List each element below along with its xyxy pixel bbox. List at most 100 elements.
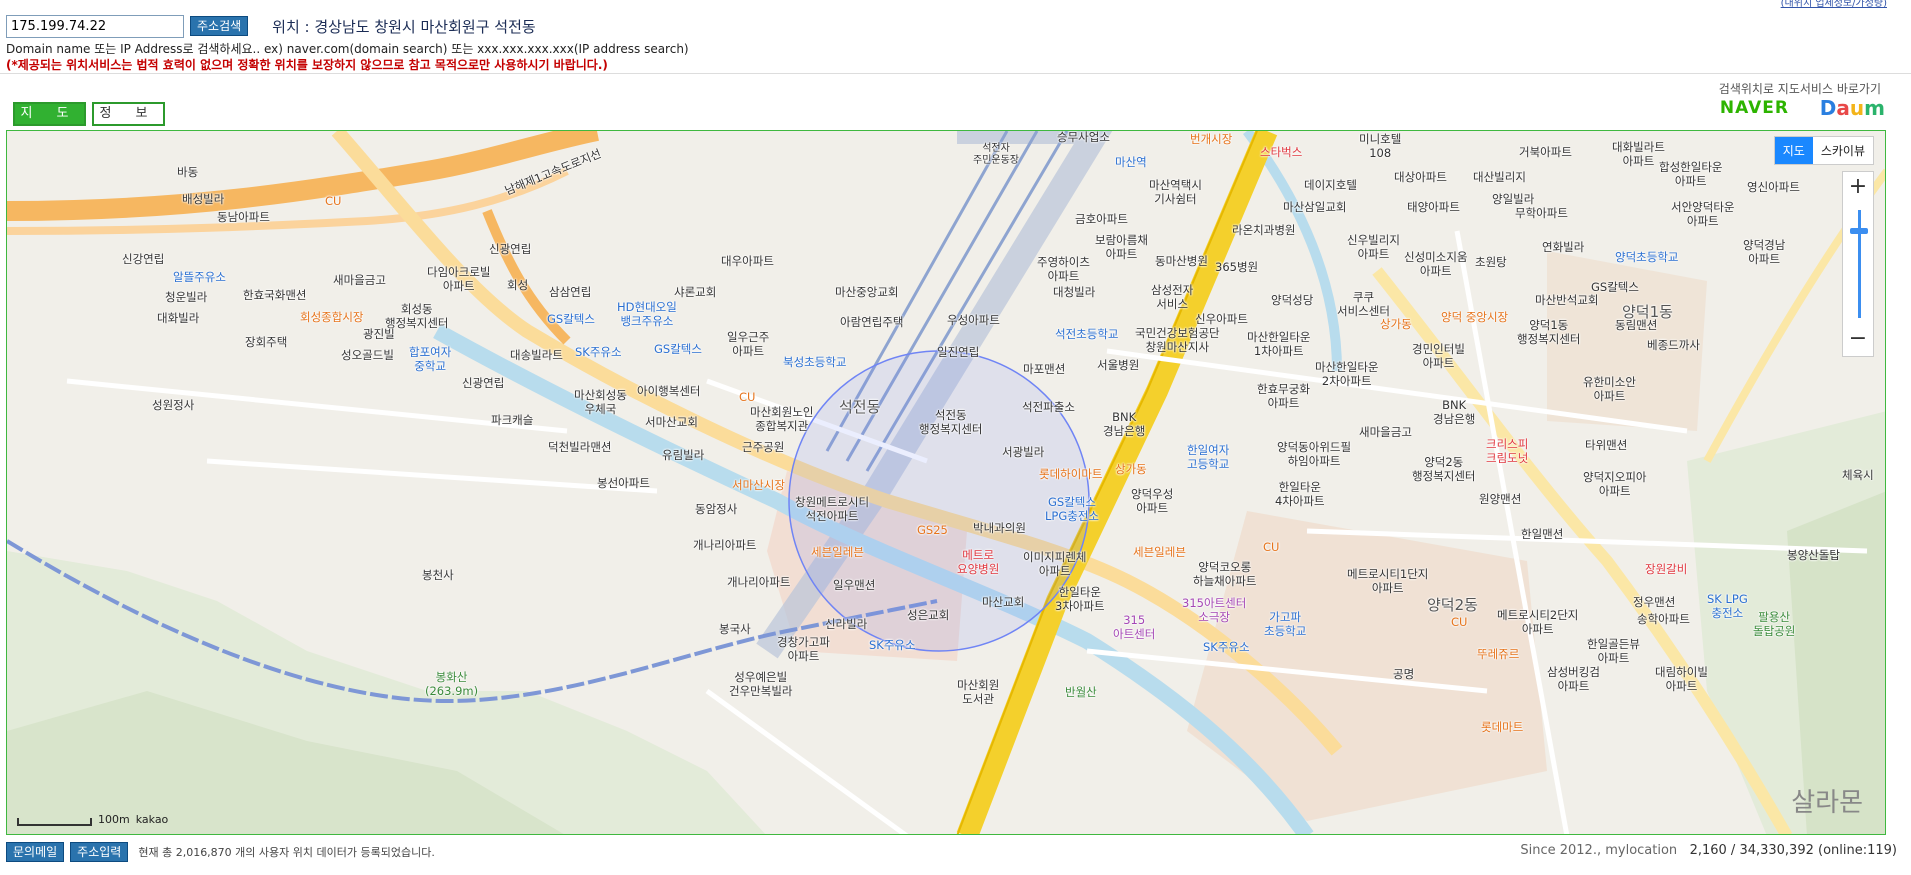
map-label: 대화빌라트 아파트 bbox=[1612, 140, 1665, 168]
map-label: 동마산병원 bbox=[1155, 254, 1208, 268]
map-label: 개나리아파트 bbox=[693, 538, 757, 552]
search-bar: 주소검색 위치 : 경상남도 창원시 마산회원구 석전동 bbox=[6, 14, 536, 38]
map-label: 양덕 중앙시장 bbox=[1441, 310, 1509, 324]
map-label: GS칼텍스 LPG충전소 bbox=[1045, 495, 1099, 523]
footer: 문의메일 주소입력 현재 총 2,016,870 개의 사용자 위치 데이터가 … bbox=[6, 842, 435, 862]
map-label: 반월산 bbox=[1065, 685, 1097, 699]
map-label: 근주공원 bbox=[742, 440, 785, 454]
map-label: 라온치과병원 bbox=[1232, 223, 1296, 237]
map-label: 상가동 bbox=[1115, 462, 1147, 476]
map-label: 메트로시티2단지 아파트 bbox=[1497, 608, 1579, 636]
map-label: 양덕2동 bbox=[1427, 596, 1478, 614]
daum-map-link[interactable]: Daum bbox=[1820, 96, 1885, 120]
map-label: 청운빌라 bbox=[165, 290, 208, 304]
map-label: 샤론교회 bbox=[674, 285, 717, 299]
map-label: 미니호텔 108 bbox=[1359, 132, 1402, 160]
skyview-button[interactable]: 스카이뷰 bbox=[1813, 137, 1873, 164]
map-label: 석전자 주민운동장 bbox=[973, 143, 1019, 166]
top-link[interactable]: (내위치 업체정보/가정량) bbox=[1781, 0, 1887, 9]
map-label: CU bbox=[325, 194, 342, 208]
map-label: 성우예은빌 건우만복빌라 bbox=[729, 670, 793, 698]
map-label: 석전동 행정복지센터 bbox=[919, 408, 983, 436]
map-label: SK주유소 bbox=[869, 638, 916, 652]
watermark: 살라몬 bbox=[1791, 788, 1863, 818]
zoom-out-button[interactable]: − bbox=[1843, 324, 1873, 356]
map-label: 금호아파트 bbox=[1075, 212, 1128, 226]
map-label: 마포맨션 bbox=[1023, 362, 1066, 376]
map-label: 타위맨션 bbox=[1585, 438, 1628, 452]
search-hint: Domain name 또는 IP Address로 검색하세요.. ex) n… bbox=[6, 42, 689, 56]
map-label: 번개시장 bbox=[1190, 132, 1233, 146]
map-label: 신우빌리지 아파트 bbox=[1347, 233, 1400, 261]
scale-bar: 100m kakao bbox=[17, 813, 168, 826]
tab-map[interactable]: 지 도 bbox=[13, 102, 86, 126]
map-label: 봉선아파트 bbox=[597, 476, 650, 490]
map-label: GS25 bbox=[917, 523, 948, 537]
map-label: 삼삼연립 bbox=[549, 285, 592, 299]
address-input-button[interactable]: 주소입력 bbox=[70, 842, 129, 862]
map-label: 아이행복센터 bbox=[637, 384, 701, 398]
map-label: GS칼텍스 bbox=[654, 342, 702, 356]
map-label: 성원정사 bbox=[152, 398, 195, 412]
map-label: 보람아름채 아파트 bbox=[1095, 233, 1148, 261]
map-label: 봉양산돌탑 bbox=[1787, 548, 1840, 562]
map-label: BNK 경남은행 bbox=[1103, 410, 1146, 438]
map-label: 석전파출소 bbox=[1022, 400, 1075, 414]
map-label: 성오골드빌 bbox=[341, 348, 394, 362]
map-label: GS칼텍스 bbox=[1591, 280, 1639, 294]
map-label: BNK 경남은행 bbox=[1433, 398, 1476, 426]
tab-info[interactable]: 정 보 bbox=[92, 102, 165, 126]
map-label: 쿠쿠 서비스센터 bbox=[1337, 290, 1390, 318]
map-label: 합포여자 중학교 bbox=[409, 345, 452, 373]
map-service-label: 검색위치로 지도서비스 바로가기 bbox=[1718, 82, 1881, 96]
map-view-button[interactable]: 지도 bbox=[1774, 137, 1813, 164]
map-label: 아람연립주택 bbox=[840, 315, 904, 329]
map-label: 한일골든뷰 아파트 bbox=[1587, 637, 1640, 665]
map-label: 양덕경남 아파트 bbox=[1743, 238, 1786, 266]
map-label: 데이지호텔 bbox=[1304, 178, 1357, 192]
map-label: 세븐일레븐 bbox=[1133, 545, 1186, 559]
map-label: 신우아파트 bbox=[1195, 312, 1248, 326]
map-label: 대산빌리지 bbox=[1473, 170, 1526, 184]
map-label: 양덕초등학교 bbox=[1615, 250, 1679, 264]
map-label: 합성한일타운 아파트 bbox=[1659, 160, 1723, 188]
map-label: 양덕1동 행정복지센터 bbox=[1517, 318, 1581, 346]
map-label: 마산역택시 기사쉼터 bbox=[1149, 178, 1202, 206]
map-label: 베종드까사 bbox=[1647, 338, 1700, 352]
map-label: 대상아파트 bbox=[1394, 170, 1447, 184]
map-label: 경민인터빌 아파트 bbox=[1412, 342, 1465, 370]
map-label: 배성빌라 bbox=[182, 192, 225, 206]
zoom-slider[interactable] bbox=[1843, 204, 1873, 324]
map-label: 덕천빌라맨션 bbox=[548, 440, 612, 454]
map-label: 광진빌 bbox=[363, 327, 395, 341]
map-label: 양덕성당 bbox=[1271, 293, 1314, 307]
since-text: Since 2012., mylocation bbox=[1520, 843, 1678, 858]
map-label: CU bbox=[1451, 615, 1468, 629]
location-text: 위치 : 경상남도 창원시 마산회원구 석전동 bbox=[272, 17, 536, 36]
map-label: SK주유소 bbox=[575, 345, 622, 359]
map-label: 한일맨션 bbox=[1521, 527, 1564, 541]
map-label: 315아트센터 소극장 bbox=[1182, 596, 1247, 624]
map-label: 신광연립 bbox=[462, 376, 505, 390]
map-label: 봉국사 bbox=[719, 622, 751, 636]
map-label: 다임아크로빌 아파트 bbox=[427, 265, 491, 293]
map-label: 서울병원 bbox=[1097, 358, 1140, 372]
contact-mail-button[interactable]: 문의메일 bbox=[6, 842, 65, 862]
map-label: 우성아파트 bbox=[947, 313, 1000, 327]
address-search-button[interactable]: 주소검색 bbox=[190, 16, 249, 36]
map-label: 일진연립 bbox=[937, 345, 980, 359]
map-label: 대림하이빌 아파트 bbox=[1655, 665, 1708, 693]
site-stats: Since 2012., mylocation 2,160 / 34,330,3… bbox=[1520, 843, 1897, 858]
map-view[interactable]: 바동 배성빌라 동남아파트 CU 남해제1고속도로지선 신강연립 알뜰주유소 새… bbox=[6, 130, 1886, 835]
zoom-in-button[interactable]: + bbox=[1843, 172, 1873, 204]
map-label: 메트로시티1단지 아파트 bbox=[1347, 567, 1429, 595]
map-label: 마산반석교회 bbox=[1535, 293, 1599, 307]
map-label: 양덕2동 행정복지센터 bbox=[1412, 455, 1476, 483]
ip-search-input[interactable] bbox=[6, 14, 184, 38]
naver-map-link[interactable]: NAVER bbox=[1720, 98, 1789, 118]
map-label: 동림맨션 bbox=[1615, 318, 1658, 332]
map-label: 유림빌라 bbox=[662, 448, 705, 462]
zoom-knob[interactable] bbox=[1850, 228, 1868, 235]
map-label: 한일타운 4차아파트 bbox=[1275, 480, 1325, 508]
map-label: HD현대오일 뱅크주유소 bbox=[617, 300, 677, 328]
